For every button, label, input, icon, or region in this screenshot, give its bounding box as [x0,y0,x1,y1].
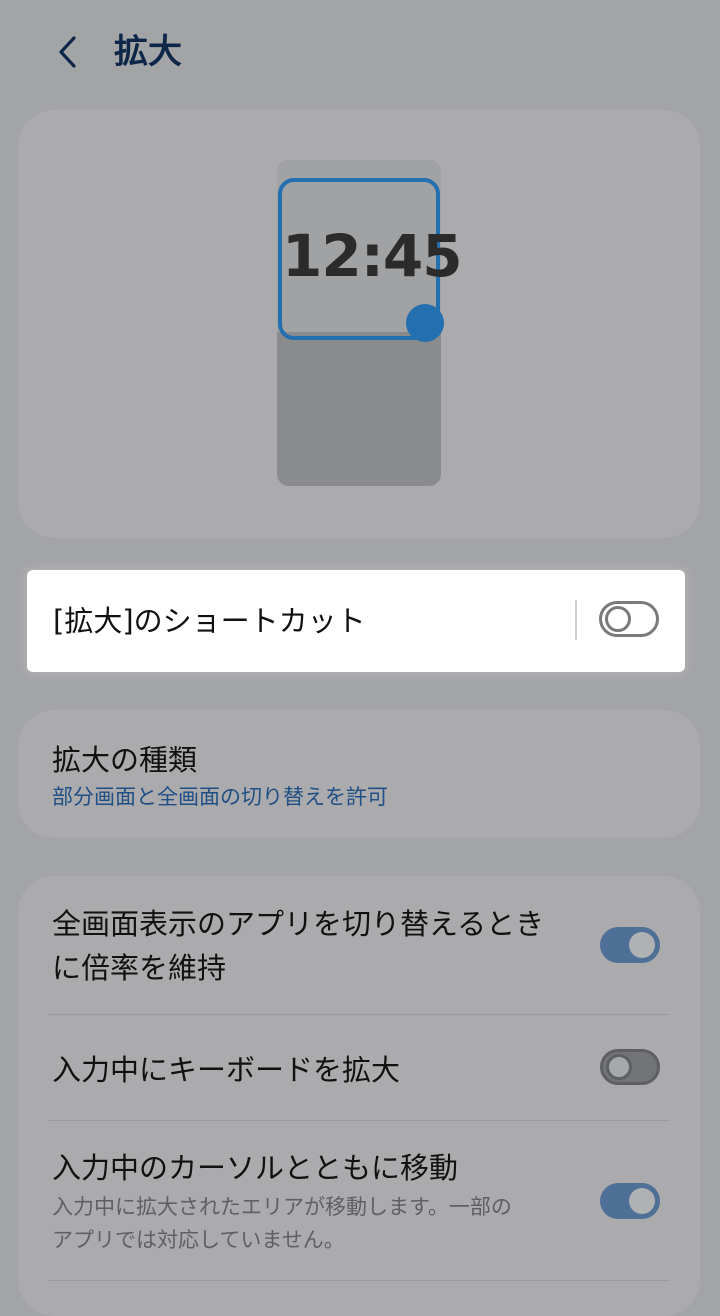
setting-title-keep-zoom-line1: 全画面表示のアプリを切り替えるとき [52,907,545,941]
row-divider [48,1120,670,1121]
magnifier-window: 12:45 [278,178,463,342]
setting-desc-follow-cursor-line2: アプリでは対応していません。 [52,1228,345,1252]
magnification-type-subtitle: 部分画面と全画面の切り替えを許可 [52,785,388,809]
setting-desc-follow-cursor-line1: 入力中に拡大されたエリアが移動します。一部の [52,1195,512,1219]
preview-card: 12:45 [18,110,700,538]
settings-card: 全画面表示のアプリを切り替えるとき に倍率を維持 入力中にキーボードを拡大 入力… [18,876,700,1316]
setting-title-magnify-keyboard: 入力中にキーボードを拡大 [52,1053,401,1087]
back-button[interactable] [44,28,92,76]
keep-zoom-toggle[interactable] [600,927,660,963]
page-title: 拡大 [114,32,182,72]
toggle-knob [629,1188,655,1214]
magnification-type-card[interactable]: 拡大の種類 部分画面と全画面の切り替えを許可 [18,710,700,838]
toggle-knob [605,606,631,632]
shortcut-toggle[interactable] [599,601,659,637]
toggle-knob [629,932,655,958]
app-header: 拡大 [0,0,720,104]
setting-title-keep-zoom-line2: に倍率を維持 [52,951,227,985]
chevron-left-icon [59,36,76,68]
magnify-keyboard-toggle[interactable] [600,1049,660,1085]
preview-clock: 12:45 [282,222,463,290]
follow-cursor-toggle[interactable] [600,1183,660,1219]
shortcut-label: [拡大]のショートカット [53,604,366,638]
magnification-type-title: 拡大の種類 [52,743,198,777]
toggle-knob [606,1054,632,1080]
row-divider [48,1280,670,1281]
phone-illustration: 12:45 [277,160,463,486]
magnifier-resize-handle [406,304,444,342]
row-divider [48,1014,670,1015]
vertical-divider [575,600,577,640]
shortcut-row[interactable]: [拡大]のショートカット [27,570,685,672]
setting-title-follow-cursor: 入力中のカーソルとともに移動 [52,1151,459,1185]
